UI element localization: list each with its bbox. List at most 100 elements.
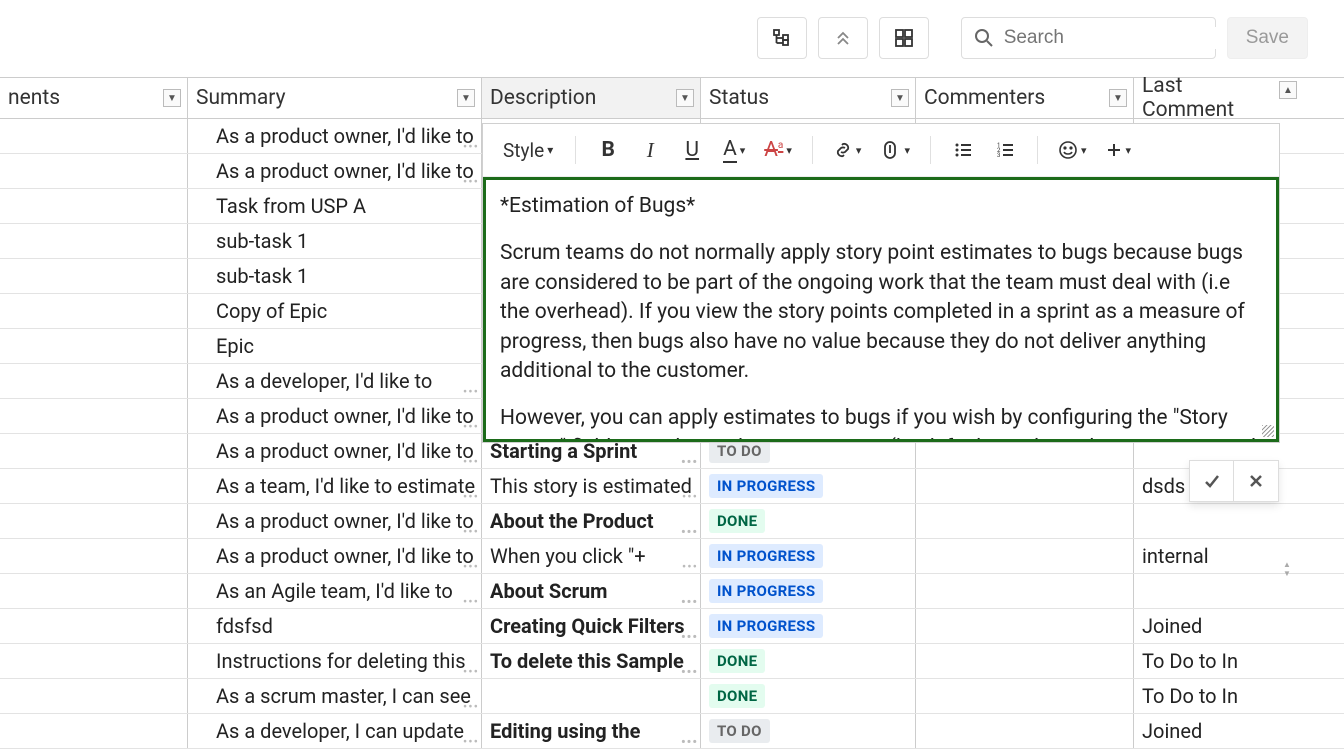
- column-header-summary[interactable]: Summary ▼: [188, 78, 482, 118]
- text-effects-button[interactable]: Aa▾: [760, 132, 796, 168]
- status-badge: TO DO: [709, 719, 770, 743]
- scroll-handle-icon[interactable]: ▲▼: [1283, 560, 1297, 578]
- table-row[interactable]: As a team, I'd like to estimate•••This s…: [0, 469, 1344, 504]
- cell-summary[interactable]: As an Agile team, I'd like to•••: [188, 574, 482, 608]
- cell-summary[interactable]: As a product owner, I'd like to•••: [188, 154, 482, 188]
- search-box[interactable]: [961, 17, 1216, 59]
- chevron-down-icon: ▾: [740, 144, 746, 157]
- cell-summary[interactable]: Copy of Epic: [188, 294, 482, 328]
- cell-summary[interactable]: As a scrum master, I can see•••: [188, 679, 482, 713]
- cell-description[interactable]: Creating Quick Filters•••: [482, 609, 701, 643]
- cell-status[interactable]: DONE: [701, 644, 916, 678]
- cell-last-comment: [1134, 504, 1272, 538]
- cell-commenters: [916, 609, 1134, 643]
- table-row[interactable]: As a product owner, I'd like to•••When y…: [0, 539, 1344, 574]
- numbered-list-button[interactable]: 123: [989, 132, 1021, 168]
- cell-summary[interactable]: As a product owner, I'd like to•••: [188, 119, 482, 153]
- table-row[interactable]: As a developer, I can update•••Editing u…: [0, 714, 1344, 749]
- cell-nents: [0, 539, 188, 573]
- grid-view-button[interactable]: [879, 17, 929, 59]
- emoji-button[interactable]: ▾: [1054, 132, 1091, 168]
- cell-summary[interactable]: As a product owner, I'd like to•••: [188, 539, 482, 573]
- cell-commenters: [916, 469, 1134, 503]
- insert-button[interactable]: ▾: [1101, 132, 1136, 168]
- cell-status[interactable]: IN PROGRESS: [701, 469, 916, 503]
- resize-handle[interactable]: [1262, 425, 1274, 437]
- cell-status[interactable]: DONE: [701, 679, 916, 713]
- cell-description[interactable]: About Scrum•••: [482, 574, 701, 608]
- top-toolbar: Save: [0, 0, 1344, 77]
- link-button[interactable]: ▾: [829, 132, 866, 168]
- cell-summary[interactable]: As a product owner, I'd like to•••: [188, 434, 482, 468]
- hierarchy-button[interactable]: [757, 17, 807, 59]
- table-header: nents ▼ Summary ▼ Description ▼ Status ▼…: [0, 77, 1344, 119]
- column-header-last-comment[interactable]: Last Comment: [1134, 78, 1272, 118]
- chevron-down-icon: ▾: [904, 144, 910, 157]
- overflow-dots-icon: •••: [463, 735, 479, 748]
- table-row[interactable]: As an Agile team, I'd like to•••About Sc…: [0, 574, 1344, 609]
- cell-status[interactable]: TO DO: [701, 714, 916, 748]
- editor-content[interactable]: *Estimation of Bugs* Scrum teams do not …: [483, 177, 1279, 442]
- nents-label: nents: [8, 86, 60, 110]
- bullet-list-button[interactable]: [947, 132, 979, 168]
- style-dropdown[interactable]: Style▾: [497, 132, 559, 168]
- cell-description[interactable]: To delete this Sample•••: [482, 644, 701, 678]
- table-row[interactable]: As a scrum master, I can see•••DONETo Do…: [0, 679, 1344, 714]
- dropdown-icon[interactable]: ▼: [676, 89, 694, 107]
- cell-summary[interactable]: As a developer, I'd like to•••: [188, 364, 482, 398]
- overflow-dots-icon: •••: [463, 700, 479, 713]
- cell-summary[interactable]: As a team, I'd like to estimate•••: [188, 469, 482, 503]
- chevron-down-icon: ▾: [1081, 144, 1087, 157]
- save-button[interactable]: Save: [1227, 17, 1308, 59]
- attachment-button[interactable]: ▾: [875, 132, 914, 168]
- collapse-up-button[interactable]: [818, 17, 868, 59]
- separator: [575, 136, 576, 164]
- dropdown-icon[interactable]: ▼: [457, 89, 475, 107]
- cell-status[interactable]: DONE: [701, 504, 916, 538]
- editor-paragraph: However, you can apply estimates to bugs…: [500, 404, 1262, 442]
- cell-summary[interactable]: fdsfsd: [188, 609, 482, 643]
- italic-button[interactable]: I: [634, 132, 666, 168]
- cell-status[interactable]: IN PROGRESS: [701, 609, 916, 643]
- column-header-description[interactable]: Description ▼: [482, 78, 701, 118]
- cell-description[interactable]: About the Product•••: [482, 504, 701, 538]
- column-header-commenters[interactable]: Commenters ▼: [916, 78, 1134, 118]
- column-header-nents[interactable]: nents ▼: [0, 78, 188, 118]
- cell-summary[interactable]: Epic: [188, 329, 482, 363]
- dropdown-icon[interactable]: ▼: [891, 89, 909, 107]
- confirm-check-button[interactable]: [1190, 461, 1234, 501]
- editor-paragraph: Scrum teams do not normally apply story …: [500, 239, 1262, 386]
- cell-summary[interactable]: As a product owner, I'd like to•••: [188, 399, 482, 433]
- table-row[interactable]: As a product owner, I'd like to•••About …: [0, 504, 1344, 539]
- cell-summary[interactable]: As a developer, I can update•••: [188, 714, 482, 748]
- cell-summary[interactable]: Instructions for deleting this•••: [188, 644, 482, 678]
- scroll-up-button[interactable]: ▲: [1279, 81, 1297, 99]
- cell-description[interactable]: This story is estimated•••: [482, 469, 701, 503]
- search-input[interactable]: [1004, 27, 1249, 49]
- table-row[interactable]: Instructions for deleting this•••To dele…: [0, 644, 1344, 679]
- cell-description[interactable]: When you click "+•••: [482, 539, 701, 573]
- cell-commenters: [916, 679, 1134, 713]
- text-color-button[interactable]: A▾: [718, 132, 750, 168]
- cell-status[interactable]: IN PROGRESS: [701, 574, 916, 608]
- table-row[interactable]: fdsfsdCreating Quick Filters•••IN PROGRE…: [0, 609, 1344, 644]
- cell-description[interactable]: [482, 679, 701, 713]
- overflow-dots-icon: •••: [463, 490, 479, 503]
- commenters-label: Commenters: [924, 86, 1045, 110]
- underline-button[interactable]: U: [676, 132, 708, 168]
- cell-description[interactable]: Editing using the•••: [482, 714, 701, 748]
- overflow-dots-icon: •••: [681, 455, 698, 468]
- cell-status[interactable]: IN PROGRESS: [701, 539, 916, 573]
- dropdown-icon[interactable]: ▼: [163, 89, 181, 107]
- dropdown-icon[interactable]: ▼: [1109, 89, 1127, 107]
- cell-summary[interactable]: sub-task 1: [188, 259, 482, 293]
- overflow-dots-icon: •••: [463, 525, 479, 538]
- overflow-dots-icon: •••: [681, 630, 698, 643]
- cancel-x-button[interactable]: [1234, 461, 1278, 501]
- column-header-status[interactable]: Status ▼: [701, 78, 916, 118]
- editor-paragraph: *Estimation of Bugs*: [500, 192, 1262, 221]
- cell-summary[interactable]: As a product owner, I'd like to•••: [188, 504, 482, 538]
- cell-summary[interactable]: Task from USP A: [188, 189, 482, 223]
- bold-button[interactable]: B: [592, 132, 624, 168]
- cell-summary[interactable]: sub-task 1: [188, 224, 482, 258]
